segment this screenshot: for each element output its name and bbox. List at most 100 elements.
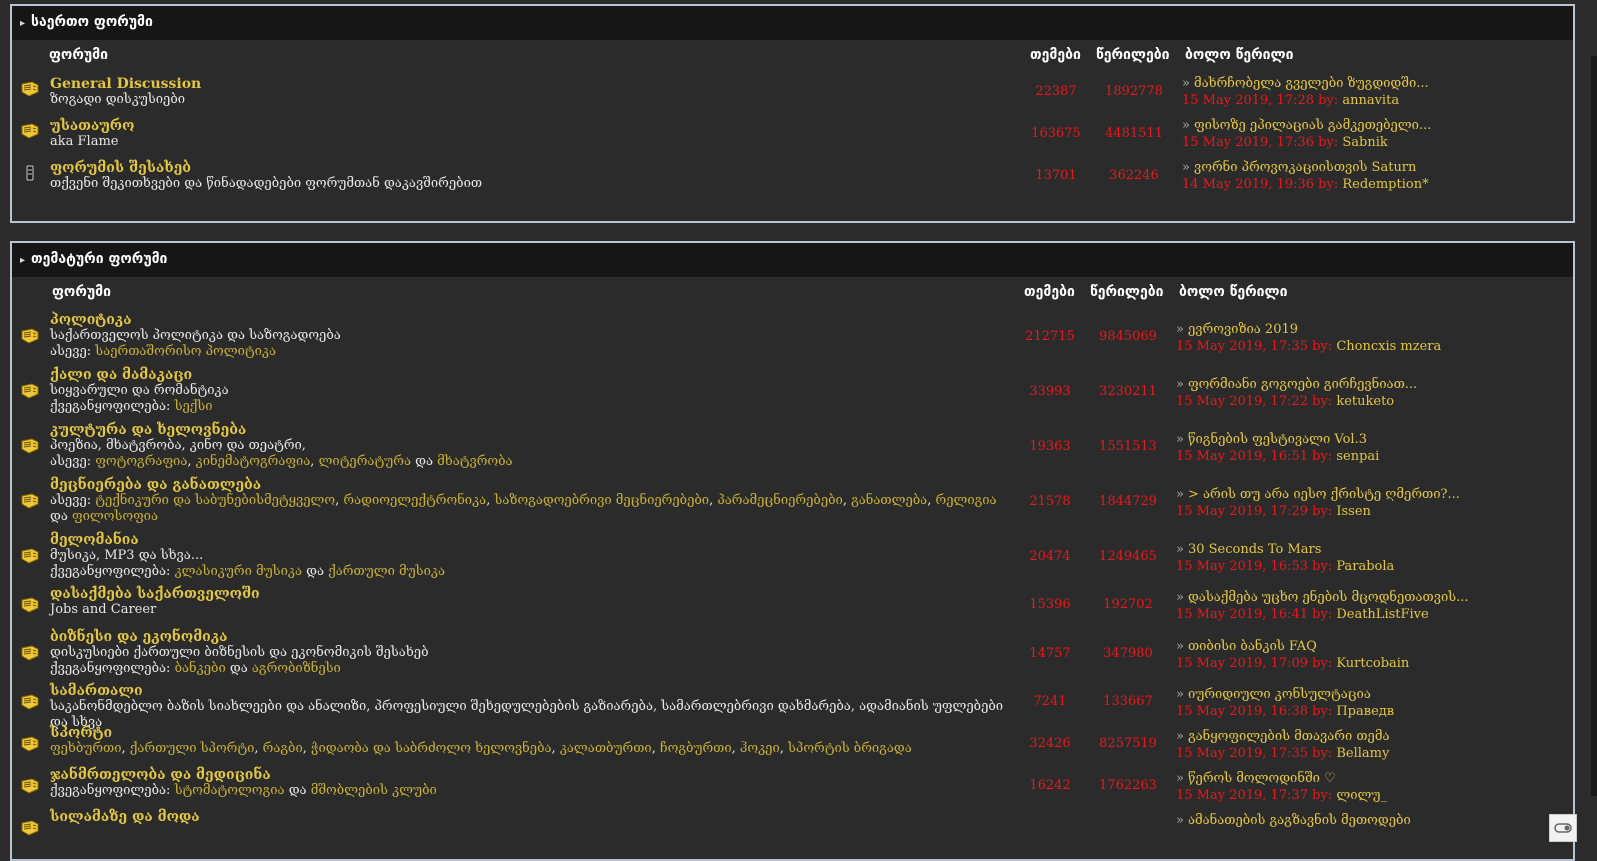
forum-row: სპორტი ფეხბურთი, ქართული სპორტი, რაგბი, ჭ… — [12, 723, 1573, 765]
forum-info: ქალი და მამაკაცი სიყვარული და რომანტიკა ქვ… — [50, 367, 1010, 415]
last-post-topic-link[interactable]: განყოფილების მთავარი თემა — [1188, 729, 1390, 744]
forum-title-link[interactable]: ბიზნესი და ეკონომიკა — [50, 629, 1010, 645]
section-title: თემატური ფორუმი — [31, 251, 168, 267]
last-post-date: 14 May 2019, 19:36 by: — [1182, 177, 1339, 192]
last-post-user-link[interactable]: Redemption* — [1342, 177, 1428, 192]
forum-info: კულტურა და ხელოვნება პოეზია, მხატვრობა, კ… — [50, 422, 1010, 470]
forum-title-link[interactable]: პოლიტიკა — [50, 312, 1010, 328]
last-post-user-link[interactable]: Parabola — [1336, 559, 1394, 574]
subforum-list: ფეხბურთი, ქართული სპორტი, რაგბი, ჭიდაობა… — [50, 741, 912, 756]
forum-title-link[interactable]: ჯანმრთელობა და მედიცინა — [50, 767, 1010, 783]
last-post-user-link[interactable]: annavita — [1342, 93, 1399, 108]
subforum-link[interactable]: ქართული მუსიკა — [328, 564, 445, 579]
subforum-link[interactable]: აგრობიზნესი — [252, 661, 341, 676]
last-post-topic-link[interactable]: > არის თუ არა იესო ქრისტე ღმერთი?... — [1188, 487, 1460, 502]
subforum-link[interactable]: სპორტის ბრიგადა — [788, 741, 912, 756]
last-post-topic-link[interactable]: ფორმიანი გოგოები გირჩევნიათ... — [1188, 377, 1417, 392]
last-post-topic-link[interactable]: წიგნების ფესტივალი Vol.3 — [1188, 432, 1367, 447]
forum-title-link[interactable]: ქალი და მამაკაცი — [50, 367, 1010, 383]
last-post-topic-link[interactable]: იურიდიული კონსულტაცია — [1188, 687, 1371, 702]
last-post-user-link[interactable]: ketuketo — [1336, 394, 1394, 409]
forum-title-link[interactable]: დასაქმება საქართველოში — [50, 586, 1010, 602]
subforum-link[interactable]: ბანკები — [175, 661, 226, 676]
section-header[interactable]: ▸ თემატური ფორუმი — [12, 243, 1573, 277]
subforum-link[interactable]: განათლება — [851, 493, 927, 508]
forum-title-link[interactable]: უსათაურო — [50, 118, 1010, 134]
last-post-user-link[interactable]: ლილუ_ — [1336, 788, 1387, 803]
subforum-link[interactable]: ჭიდაობა და საბრძოლო ხელოვნება — [311, 741, 552, 756]
subforum-link[interactable]: მხატვრობა — [437, 454, 512, 469]
last-post-user-link[interactable]: Choncxis mzera — [1336, 339, 1441, 354]
subforum-link[interactable]: საერთაშორისო პოლიტიკა — [95, 344, 276, 359]
subforum-link[interactable]: ფეხბურთი — [50, 741, 122, 756]
last-post-user-link[interactable]: senpai — [1336, 449, 1379, 464]
subforum-link[interactable]: კლასიკური მუსიკა — [175, 564, 302, 579]
subforum-link[interactable]: სტომატოლოგია — [175, 783, 285, 798]
subforum-link[interactable]: კინემატოგრაფია — [196, 454, 311, 469]
posts-count: 362246 — [1109, 168, 1159, 183]
forum-title-link[interactable]: General Discussion — [50, 76, 1010, 92]
last-post-topic-link[interactable]: დასაქმება უცხო ენების მცოდნეთათვის... — [1188, 590, 1469, 605]
subforum-link[interactable]: რადიოელექტრონიკა — [343, 493, 486, 508]
last-post: » ამანათების გაგზავნის მეთოდები — [1176, 812, 1411, 829]
subforum-link[interactable]: რელიგია — [935, 493, 996, 508]
last-post-user-link[interactable]: Праведв — [1336, 704, 1394, 719]
last-post-user-link[interactable]: Bellamy — [1336, 746, 1389, 761]
subforum-link[interactable]: ფილოსოფია — [72, 509, 158, 524]
posts-count: 3230211 — [1099, 384, 1157, 399]
subforum-link[interactable]: ფოტოგრაფია — [95, 454, 187, 469]
last-post-topic-link[interactable]: ევროვიზია 2019 — [1188, 322, 1298, 337]
topics-count: 32426 — [1029, 736, 1071, 751]
last-post-arrow-icon: » — [1176, 639, 1184, 654]
scrollbar[interactable] — [1591, 56, 1597, 796]
forum-title-link[interactable]: კულტურა და ხელოვნება — [50, 422, 1010, 438]
subforum-prefix: ქვეგანყოფილება: — [50, 783, 171, 798]
subforum-link[interactable]: ქართული სპორტი — [130, 741, 255, 756]
forum-title-link[interactable]: მელომანია — [50, 532, 1010, 548]
subforum-link[interactable]: ჰოკეი — [740, 741, 780, 756]
forum-title-link[interactable]: მეცნიერება და განათლება — [50, 477, 1010, 493]
subforum-link[interactable]: რაგბი — [263, 741, 303, 756]
last-post-user-link[interactable]: DeathListFive — [1336, 607, 1428, 622]
last-post-topic-link[interactable]: მახრჩობელა გველები ზუგდიდში... — [1194, 76, 1429, 91]
last-post-user-link[interactable]: Sabnik — [1342, 135, 1387, 150]
header-last-post: ბოლო წერილი — [1185, 47, 1294, 63]
last-post-arrow-icon: » — [1176, 590, 1184, 605]
subforum-link[interactable]: საზოგადოებრივი მეცნიერებები — [494, 493, 709, 508]
theme-toggle-button[interactable] — [1549, 814, 1577, 842]
last-post-topic-link[interactable]: 30 Seconds To Mars — [1188, 542, 1321, 557]
subforum-link[interactable]: პარამეცნიერებები — [717, 493, 842, 508]
collapse-arrow-icon[interactable]: ▸ — [20, 18, 25, 29]
forum-title-link[interactable]: სილამაზე და მოდა — [50, 809, 1010, 825]
section-header[interactable]: ▸ საერთო ფორუმი — [12, 6, 1573, 40]
forum-row: სამართალი საკანონმდებლო ბაზის სიახლეები დ… — [12, 681, 1573, 730]
subforum-prefix: ქვეგანყოფილება: — [50, 399, 171, 414]
subforum-link[interactable]: ლიტერატურა — [319, 454, 411, 469]
header-posts: წერილები — [1096, 47, 1170, 63]
forum-title-link[interactable]: სპორტი — [50, 725, 1010, 741]
subforum-link[interactable]: სექსი — [175, 399, 213, 414]
thematic-forum-section: ▸ თემატური ფორუმი ფორუმი თემები წერილები … — [10, 241, 1575, 861]
topics-count: 22387 — [1035, 84, 1077, 99]
last-post-user-link[interactable]: Issen — [1336, 504, 1371, 519]
subforum-link[interactable]: კალათბურთი — [560, 741, 652, 756]
last-post-date: 15 May 2019, 17:36 by: — [1182, 135, 1339, 150]
forum-info: ფორუმის შესახებ თქვენი შეკითხვები და წინა… — [50, 160, 1010, 192]
last-post-user-link[interactable]: Kurtcobain — [1336, 656, 1409, 671]
forum-title-link[interactable]: ფორუმის შესახებ — [50, 160, 1010, 176]
last-post-topic-link[interactable]: წეროს მოლოდინში ♡ — [1188, 771, 1336, 786]
subforum-prefix: ასევე: — [50, 454, 92, 469]
subforum-link[interactable]: ჩოგბურთი — [660, 741, 732, 756]
last-post-topic-link[interactable]: ფისოზე ეპილაციას გამკეთებელი... — [1194, 118, 1431, 133]
subforum-link[interactable]: მშობლების კლუბი — [311, 783, 437, 798]
forum-icon — [20, 596, 40, 613]
forum-title-link[interactable]: სამართალი — [50, 683, 1010, 699]
subforum-link[interactable]: ტექნიკური და საბუნებისმეტყველო — [95, 493, 335, 508]
last-post-topic-link[interactable]: ვორნი პროვოკაციისთვის Saturn — [1194, 160, 1416, 175]
last-post-topic-link[interactable]: თიბისი ბანკის FAQ — [1188, 639, 1317, 654]
collapse-arrow-icon[interactable]: ▸ — [20, 255, 25, 266]
forum-row: ქალი და მამაკაცი სიყვარული და რომანტიკა ქვ… — [12, 364, 1573, 419]
last-post-topic-link[interactable]: ამანათების გაგზავნის მეთოდები — [1188, 813, 1411, 828]
last-post-arrow-icon: » — [1176, 813, 1184, 828]
last-post: » > არის თუ არა იესო ქრისტე ღმერთი?... 15 … — [1176, 486, 1460, 520]
